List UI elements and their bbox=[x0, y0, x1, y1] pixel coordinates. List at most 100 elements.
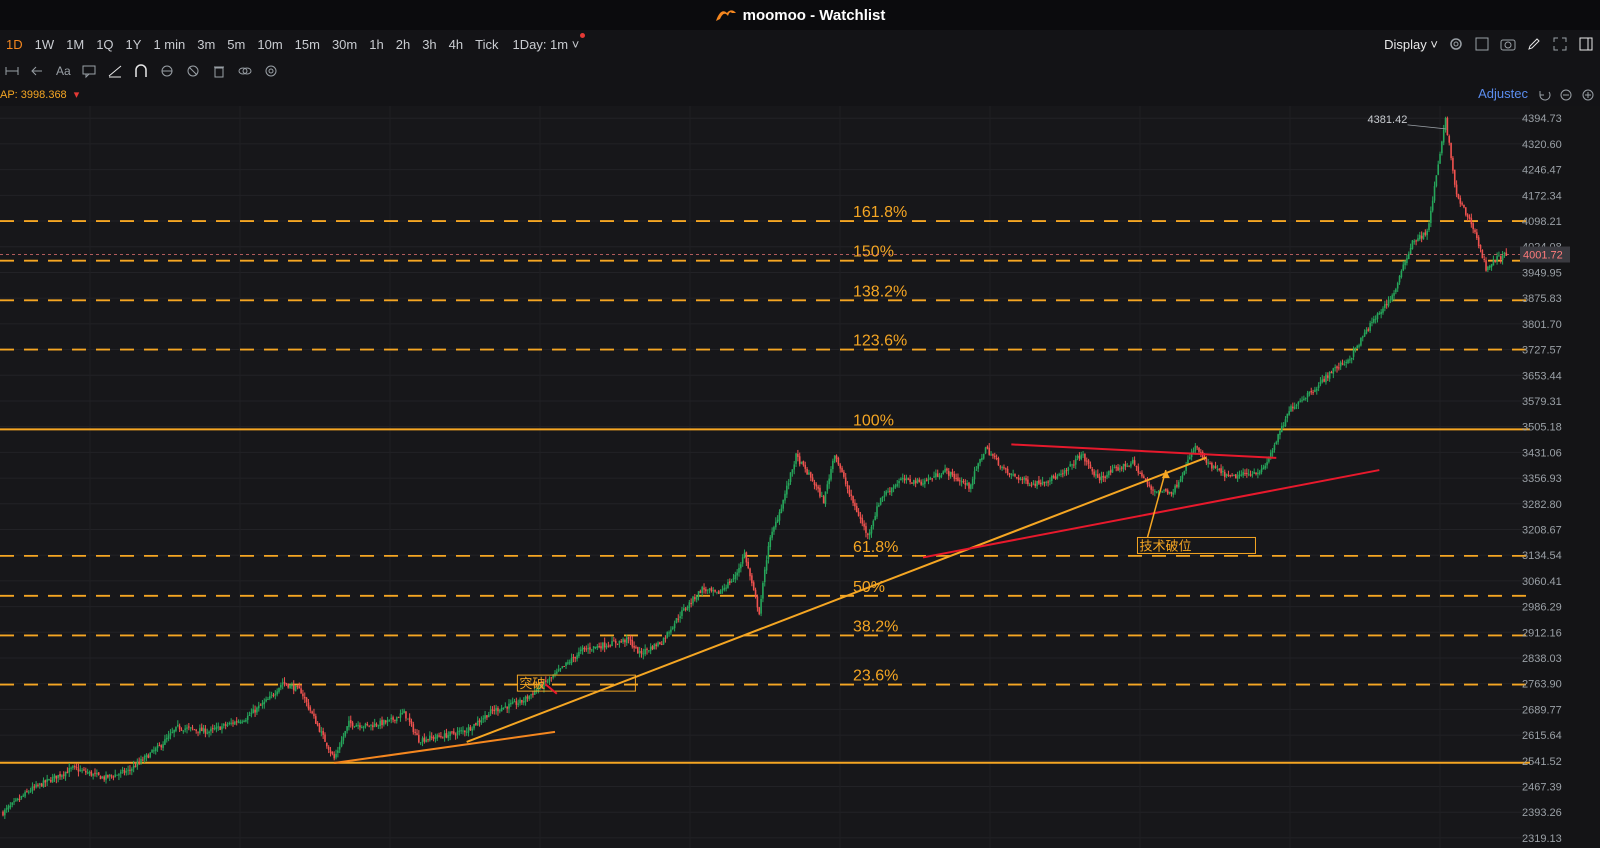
candle-body bbox=[335, 753, 337, 758]
tab-3m[interactable]: 3m bbox=[191, 37, 221, 52]
candle-body bbox=[684, 608, 687, 610]
zoom-out-icon[interactable] bbox=[1558, 87, 1574, 103]
magnet-icon[interactable] bbox=[133, 63, 149, 79]
candle-body bbox=[1247, 473, 1250, 475]
candle-body bbox=[876, 506, 878, 517]
candle-body bbox=[83, 769, 85, 771]
comment-icon[interactable] bbox=[81, 63, 97, 79]
candle-body bbox=[307, 702, 310, 709]
candle-body bbox=[1279, 431, 1281, 435]
trash-icon[interactable] bbox=[211, 63, 227, 79]
candle-body bbox=[1310, 390, 1313, 393]
tab-2h[interactable]: 2h bbox=[390, 37, 416, 52]
tab-3h[interactable]: 3h bbox=[416, 37, 442, 52]
candle-body bbox=[521, 699, 523, 703]
link-icon[interactable] bbox=[237, 63, 253, 79]
candle-body bbox=[136, 761, 139, 767]
tab-4h[interactable]: 4h bbox=[443, 37, 469, 52]
candle-body bbox=[219, 726, 221, 730]
candle-body bbox=[263, 701, 266, 704]
candle-body bbox=[1315, 388, 1318, 391]
tab-30m[interactable]: 30m bbox=[326, 37, 363, 52]
interval-select[interactable]: 1Day: 1m ˅ bbox=[504, 32, 587, 52]
fib-label: 61.8% bbox=[853, 539, 898, 556]
candle-body bbox=[1223, 471, 1226, 478]
tab-1y[interactable]: 1Y bbox=[120, 37, 148, 52]
candle-body bbox=[903, 478, 906, 481]
gear-icon[interactable] bbox=[1448, 36, 1464, 52]
tab-1q[interactable]: 1Q bbox=[90, 37, 119, 52]
display-button[interactable]: Display ˅ bbox=[1384, 37, 1438, 52]
tab-1h[interactable]: 1h bbox=[363, 37, 389, 52]
candle-body bbox=[250, 712, 253, 715]
candle-body bbox=[600, 646, 602, 649]
candle-body bbox=[1312, 392, 1314, 394]
candle-body bbox=[756, 596, 759, 608]
settings-icon[interactable] bbox=[263, 63, 279, 79]
tab-1m[interactable]: 1M bbox=[60, 37, 90, 52]
zoom-in-icon[interactable] bbox=[1580, 87, 1596, 103]
candle-body bbox=[81, 770, 83, 772]
candle-body bbox=[199, 728, 201, 734]
candle-body bbox=[920, 481, 922, 485]
candle-body bbox=[252, 709, 255, 714]
tab-5m[interactable]: 5m bbox=[221, 37, 251, 52]
tab-10m[interactable]: 10m bbox=[251, 37, 288, 52]
candle-body bbox=[153, 750, 155, 752]
candle-body bbox=[57, 774, 59, 778]
cursor-icon[interactable] bbox=[4, 63, 20, 79]
candle-body bbox=[351, 722, 354, 727]
candle-body bbox=[487, 714, 490, 718]
pencil-icon[interactable] bbox=[1526, 36, 1542, 52]
trendline-tool-icon[interactable] bbox=[107, 63, 123, 79]
lock-icon[interactable] bbox=[159, 63, 175, 79]
candle-body bbox=[156, 745, 159, 749]
title-bar: moomoo - Watchlist bbox=[0, 0, 1600, 30]
tab-1d[interactable]: 1D bbox=[0, 37, 29, 52]
tab-1w[interactable]: 1W bbox=[29, 37, 61, 52]
candle-body bbox=[1262, 467, 1265, 470]
tab-15m[interactable]: 15m bbox=[289, 37, 326, 52]
candle-body bbox=[855, 506, 858, 513]
candle-body bbox=[108, 774, 111, 777]
candle-body bbox=[35, 784, 37, 788]
candle-body bbox=[1014, 473, 1016, 477]
text-tool-icon[interactable]: Aa bbox=[56, 64, 71, 78]
candle-body bbox=[318, 725, 321, 732]
sidebar-toggle-icon[interactable] bbox=[1578, 36, 1594, 52]
candle-body bbox=[550, 677, 553, 679]
layout-icon[interactable] bbox=[1474, 36, 1490, 52]
candle-body bbox=[940, 474, 943, 477]
candle-body bbox=[1448, 136, 1451, 143]
candle-body bbox=[1492, 260, 1495, 266]
candle-body bbox=[852, 495, 854, 504]
candle-body bbox=[20, 796, 23, 799]
vwap-readout[interactable]: AP: 3998.368 ▾ bbox=[0, 88, 79, 101]
candle-body bbox=[1420, 235, 1423, 239]
tab-tick[interactable]: Tick bbox=[469, 37, 504, 52]
candle-body bbox=[1459, 197, 1462, 204]
reset-icon[interactable] bbox=[1536, 87, 1552, 103]
candle-body bbox=[1049, 480, 1051, 482]
y-axis: 4394.734320.604246.474172.344098.214024.… bbox=[1522, 113, 1562, 845]
adjusted-toggle[interactable]: Adjustec bbox=[1478, 86, 1528, 101]
fullscreen-icon[interactable] bbox=[1552, 36, 1568, 52]
arrow-left-icon[interactable] bbox=[30, 63, 46, 79]
camera-icon[interactable] bbox=[1500, 36, 1516, 52]
tab-1min[interactable]: 1 min bbox=[147, 37, 191, 52]
fib-label: 161.8% bbox=[853, 204, 907, 221]
window-title: moomoo - Watchlist bbox=[742, 6, 886, 24]
candle-body bbox=[232, 722, 234, 724]
candle-body bbox=[511, 701, 514, 704]
hide-icon[interactable] bbox=[185, 63, 201, 79]
candle-body bbox=[425, 739, 427, 743]
candle-body bbox=[1238, 474, 1241, 476]
candle-body bbox=[1076, 455, 1079, 458]
candle-body bbox=[1365, 329, 1368, 334]
candle-body bbox=[841, 467, 843, 473]
candle-body bbox=[629, 639, 632, 641]
candle-body bbox=[758, 607, 761, 615]
price-chart[interactable]: 161.8%150%138.2%123.6%100%61.8%50%38.2%2… bbox=[0, 106, 1600, 848]
candle-body bbox=[1227, 474, 1230, 476]
candle-body bbox=[1258, 471, 1261, 474]
